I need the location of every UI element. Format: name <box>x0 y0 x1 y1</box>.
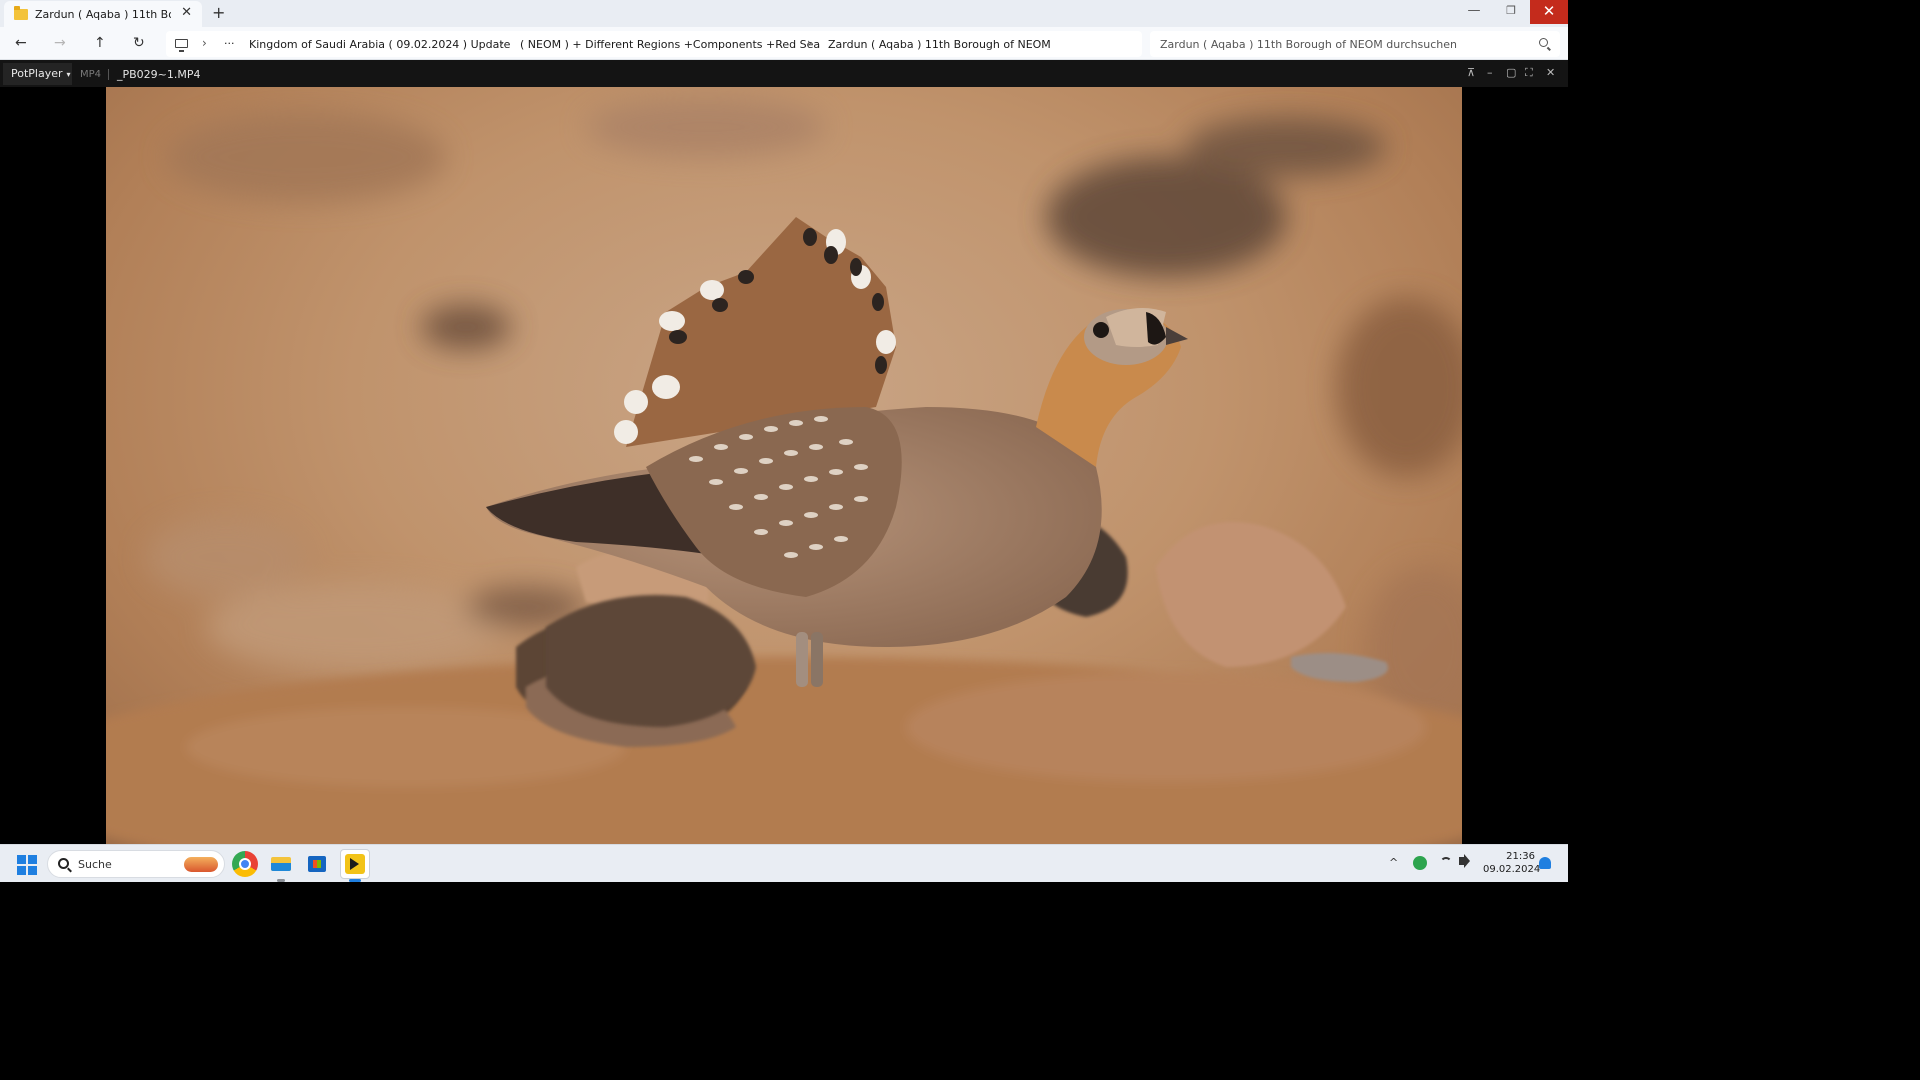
breadcrumb-item[interactable]: ( NEOM ) + Different Regions +Components… <box>520 38 820 51</box>
volume-icon[interactable] <box>1459 854 1470 868</box>
breadcrumb-chevron-icon[interactable]: › <box>202 36 207 50</box>
this-pc-icon[interactable] <box>175 39 188 52</box>
breadcrumb-item[interactable]: Kingdom of Saudi Arabia ( 09.02.2024 ) U… <box>249 38 510 51</box>
clock-date: 09.02.2024 <box>1483 864 1541 875</box>
microsoft-store-icon[interactable] <box>304 851 330 877</box>
pin-icon[interactable]: ⊼ <box>1467 66 1475 79</box>
running-indicator <box>277 879 285 882</box>
security-shield-icon[interactable] <box>1413 856 1427 870</box>
notification-bell-icon[interactable] <box>1539 857 1551 869</box>
chevron-down-icon: ▾ <box>66 70 71 79</box>
active-app-indicator <box>349 879 361 882</box>
up-arrow-icon[interactable]: ↑ <box>94 35 106 51</box>
search-icon <box>58 858 69 869</box>
explorer-title-bar: Zardun ( Aqaba ) 11th Borough of NEOM ✕ … <box>0 0 1568 27</box>
file-explorer-icon[interactable] <box>268 851 294 877</box>
video-screen[interactable] <box>0 87 1568 844</box>
windows-start-icon[interactable] <box>17 855 37 875</box>
search-icon[interactable] <box>1539 38 1548 47</box>
potplayer-title-bar: PotPlayer ▾ MP4 _PB029~1.MP4 ⊼ – ▢ ⛶ ✕ <box>0 60 1568 87</box>
window-restore-button[interactable]: ❐ <box>1492 0 1530 24</box>
fullscreen-icon[interactable]: ⛶ <box>1525 66 1533 80</box>
refresh-icon[interactable]: ↻ <box>133 35 145 51</box>
folder-icon <box>14 5 28 20</box>
taskbar-search-label: Suche <box>78 858 112 871</box>
back-arrow-icon[interactable]: ← <box>15 35 27 51</box>
player-maximize-button[interactable]: ▢ <box>1506 66 1516 79</box>
breadcrumb-item-current[interactable]: Zardun ( Aqaba ) 11th Borough of NEOM <box>828 38 1051 51</box>
new-tab-button[interactable]: + <box>212 3 225 22</box>
potplayer-brand-label: PotPlayer <box>11 67 63 80</box>
breadcrumb-chevron-icon[interactable]: › <box>807 36 812 50</box>
file-format-label: MP4 <box>80 69 102 80</box>
wifi-icon[interactable] <box>1440 857 1452 869</box>
explorer-nav-bar: ← → ↑ ↻ › ··· Kingdom of Saudi Arabia ( … <box>0 27 1568 60</box>
address-bar[interactable]: › ··· Kingdom of Saudi Arabia ( 09.02.20… <box>166 31 1142 57</box>
search-highlight-icon <box>184 857 218 872</box>
taskbar-clock[interactable]: 21:36 09.02.2024 <box>1483 850 1541 876</box>
divider <box>108 69 109 80</box>
potplayer-menu-button[interactable]: PotPlayer ▾ <box>3 63 72 85</box>
window-minimize-button[interactable]: — <box>1455 0 1493 24</box>
tray-chevron-up-icon[interactable]: ^ <box>1389 856 1398 869</box>
explorer-search-input[interactable]: Zardun ( Aqaba ) 11th Borough of NEOM du… <box>1150 31 1560 57</box>
explorer-tab[interactable]: Zardun ( Aqaba ) 11th Borough of NEOM ✕ <box>4 1 202 27</box>
video-frame-sandgrouse[interactable] <box>106 87 1462 844</box>
file-name-label: _PB029~1.MP4 <box>117 68 201 81</box>
forward-arrow-icon[interactable]: → <box>54 35 66 51</box>
tab-title: Zardun ( Aqaba ) 11th Borough of NEOM <box>35 7 171 21</box>
breadcrumb-more-button[interactable]: ··· <box>224 37 235 50</box>
taskbar: Suche ^ 21:36 09.02.2024 <box>0 844 1568 882</box>
window-close-button[interactable]: ✕ <box>1530 0 1568 24</box>
player-close-button[interactable]: ✕ <box>1546 66 1555 79</box>
player-minimize-button[interactable]: – <box>1487 66 1493 79</box>
video-frame-image <box>106 97 1462 844</box>
tab-close-button[interactable]: ✕ <box>181 5 192 20</box>
breadcrumb-chevron-icon[interactable]: › <box>499 36 504 50</box>
potplayer-icon[interactable] <box>340 849 370 879</box>
search-placeholder: Zardun ( Aqaba ) 11th Borough of NEOM du… <box>1160 38 1458 51</box>
taskbar-search-box[interactable]: Suche <box>47 850 225 878</box>
clock-time: 21:36 <box>1506 851 1535 862</box>
chrome-icon[interactable] <box>232 851 258 877</box>
